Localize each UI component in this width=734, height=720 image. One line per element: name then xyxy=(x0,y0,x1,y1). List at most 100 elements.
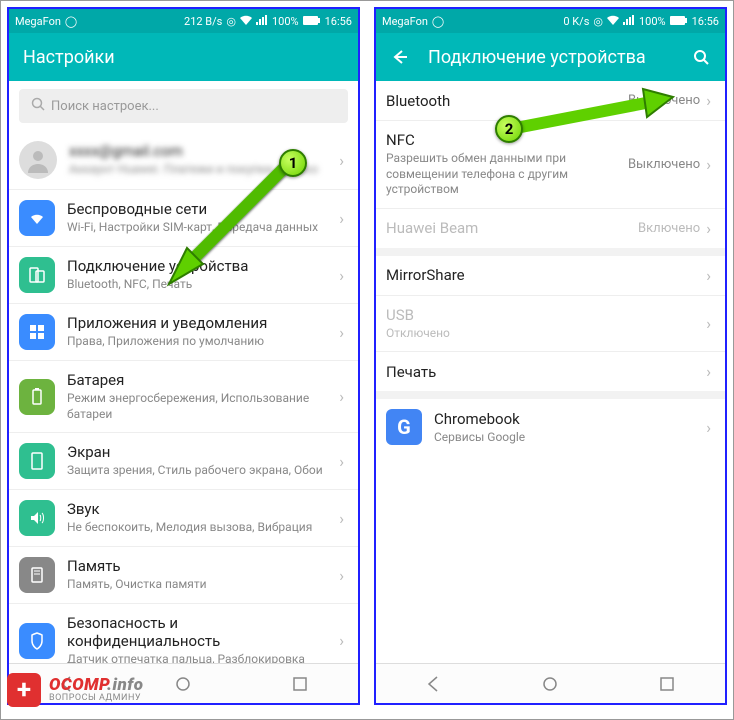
item-title: MirrorShare xyxy=(386,266,700,284)
item-sub: Отключено xyxy=(386,326,700,342)
item-title: Звук xyxy=(67,500,333,518)
carrier-ring-icon: ◯ xyxy=(432,15,444,28)
recent-nav-button[interactable] xyxy=(289,673,311,695)
item-sub: Память, Очистка памяти xyxy=(67,577,333,593)
item-print[interactable]: Печать › xyxy=(376,352,725,399)
watermark-text-b: .info xyxy=(107,675,144,695)
security-icon xyxy=(19,623,55,659)
back-nav-button[interactable] xyxy=(423,673,445,695)
hotspot-icon: ◎ xyxy=(593,15,603,28)
item-sound[interactable]: Звук Не беспокоить, Мелодия вызова, Вибр… xyxy=(9,490,358,547)
signal-icon xyxy=(256,15,268,28)
item-storage[interactable]: Память Память, Очистка памяти › xyxy=(9,547,358,604)
item-title: Память xyxy=(67,557,333,575)
chevron-right-icon: › xyxy=(339,566,344,585)
item-title: USB xyxy=(386,306,700,324)
time-label: 16:56 xyxy=(325,15,352,28)
item-huawei-beam: Huawei Beam Включено › xyxy=(376,209,725,256)
item-title: Приложения и уведомления xyxy=(67,314,333,332)
chevron-right-icon: › xyxy=(339,509,344,528)
callout-1: 1 xyxy=(279,149,307,177)
nav-bar-right xyxy=(376,663,725,703)
chevron-right-icon: › xyxy=(339,387,344,406)
signal-icon xyxy=(623,15,635,28)
data-speed-label: 212 B/s xyxy=(184,15,222,28)
status-bar-right: MegaFon ◯ 0 K/s ◎ 100% 16:56 xyxy=(376,9,725,33)
chevron-right-icon: › xyxy=(706,314,711,333)
item-title: Беспроводные сети xyxy=(67,200,333,218)
search-button[interactable] xyxy=(691,47,711,67)
connection-list: Bluetooth Выключено › NFC Разрешить обме… xyxy=(376,81,725,663)
item-sub: Сервисы Google xyxy=(434,430,700,446)
item-title: Экран xyxy=(67,443,333,461)
phone-left: MegaFon ◯ 212 B/s ◎ 100% 16:56 Наст xyxy=(7,7,360,705)
search-icon xyxy=(31,97,45,115)
page-title-right: Подключение устройства xyxy=(428,47,673,68)
item-battery[interactable]: Батарея Режим энергосбережения, Использо… xyxy=(9,361,358,433)
apps-icon xyxy=(19,314,55,350)
item-sub: Права, Приложения по умолчанию xyxy=(67,334,333,350)
item-value: Включено xyxy=(638,221,700,236)
item-sub: Разрешить обмен данными при совмещении т… xyxy=(386,151,628,198)
header-left: Настройки xyxy=(9,33,358,81)
item-security[interactable]: Безопасность и конфиденциальность Датчик… xyxy=(9,604,358,663)
item-mirrorshare[interactable]: MirrorShare › xyxy=(376,256,725,296)
carrier-label: MegaFon xyxy=(382,15,428,28)
item-bluetooth[interactable]: Bluetooth Выключено › xyxy=(376,81,725,121)
chevron-right-icon: › xyxy=(339,323,344,342)
wifi-icon xyxy=(240,15,252,28)
chevron-right-icon: › xyxy=(339,266,344,285)
carrier-label: MegaFon xyxy=(15,15,61,28)
item-usb: USB Отключено › xyxy=(376,296,725,353)
wifi-settings-icon xyxy=(19,200,55,236)
back-button[interactable] xyxy=(390,47,410,67)
battery-label: 100% xyxy=(639,15,666,28)
search-input[interactable]: Поиск настроек... xyxy=(19,89,348,123)
battery-settings-icon xyxy=(19,379,55,415)
item-nfc[interactable]: NFC Разрешить обмен данными при совмещен… xyxy=(376,121,725,209)
item-chromebook[interactable]: G Chromebook Сервисы Google › xyxy=(376,399,725,455)
watermark: + OCOMP.info ВОПРОСЫ АДМИНУ xyxy=(7,673,144,707)
chevron-right-icon: › xyxy=(339,452,344,471)
battery-icon xyxy=(670,15,688,28)
item-title: Печать xyxy=(386,363,700,381)
time-label: 16:56 xyxy=(692,15,719,28)
item-title: Безопасность и конфиденциальность xyxy=(67,614,333,650)
item-wireless[interactable]: Беспроводные сети Wi-Fi, Настройки SIM-к… xyxy=(9,190,358,247)
home-nav-button[interactable] xyxy=(539,673,561,695)
item-title: Huawei Beam xyxy=(386,219,638,237)
chevron-right-icon: › xyxy=(706,362,711,381)
item-title: Bluetooth xyxy=(386,92,628,110)
battery-icon xyxy=(303,15,321,28)
item-sub: Датчик отпечатка пальца, Разблокировка xyxy=(67,652,333,663)
avatar-icon xyxy=(19,141,57,179)
device-connection-icon xyxy=(19,257,55,293)
chevron-right-icon: › xyxy=(339,151,344,170)
watermark-subtitle: ВОПРОСЫ АДМИНУ xyxy=(49,694,144,703)
item-sub: Не беспокоить, Мелодия вызова, Вибрация xyxy=(67,520,333,536)
watermark-text-a: OCOMP xyxy=(49,675,107,695)
recent-nav-button[interactable] xyxy=(656,673,678,695)
chevron-right-icon: › xyxy=(706,219,711,238)
item-value: Выключено xyxy=(628,93,700,108)
item-title: Батарея xyxy=(67,371,333,389)
settings-list: xxxx@gmail.com Аккаунт Huawei. Платежи и… xyxy=(9,131,358,663)
home-nav-button[interactable] xyxy=(172,673,194,695)
chevron-right-icon: › xyxy=(339,631,344,650)
item-value: Выключено xyxy=(628,157,700,172)
battery-label: 100% xyxy=(272,15,299,28)
item-sub: Защита зрения, Стиль рабочего экрана, Об… xyxy=(67,463,333,479)
item-title: Chromebook xyxy=(434,410,700,428)
display-icon xyxy=(19,443,55,479)
item-sub: Wi-Fi, Настройки SIM-карт, Передача данн… xyxy=(67,220,333,236)
item-title: Подключение устройства xyxy=(67,257,333,275)
plus-icon: + xyxy=(7,673,41,707)
item-display[interactable]: Экран Защита зрения, Стиль рабочего экра… xyxy=(9,433,358,490)
chevron-right-icon: › xyxy=(706,91,711,110)
item-apps[interactable]: Приложения и уведомления Права, Приложен… xyxy=(9,304,358,361)
wifi-icon xyxy=(607,15,619,28)
item-device-connection[interactable]: Подключение устройства Bluetooth, NFC, П… xyxy=(9,247,358,304)
hotspot-icon: ◎ xyxy=(226,15,236,28)
chevron-right-icon: › xyxy=(706,418,711,437)
carrier-ring-icon: ◯ xyxy=(65,15,77,28)
